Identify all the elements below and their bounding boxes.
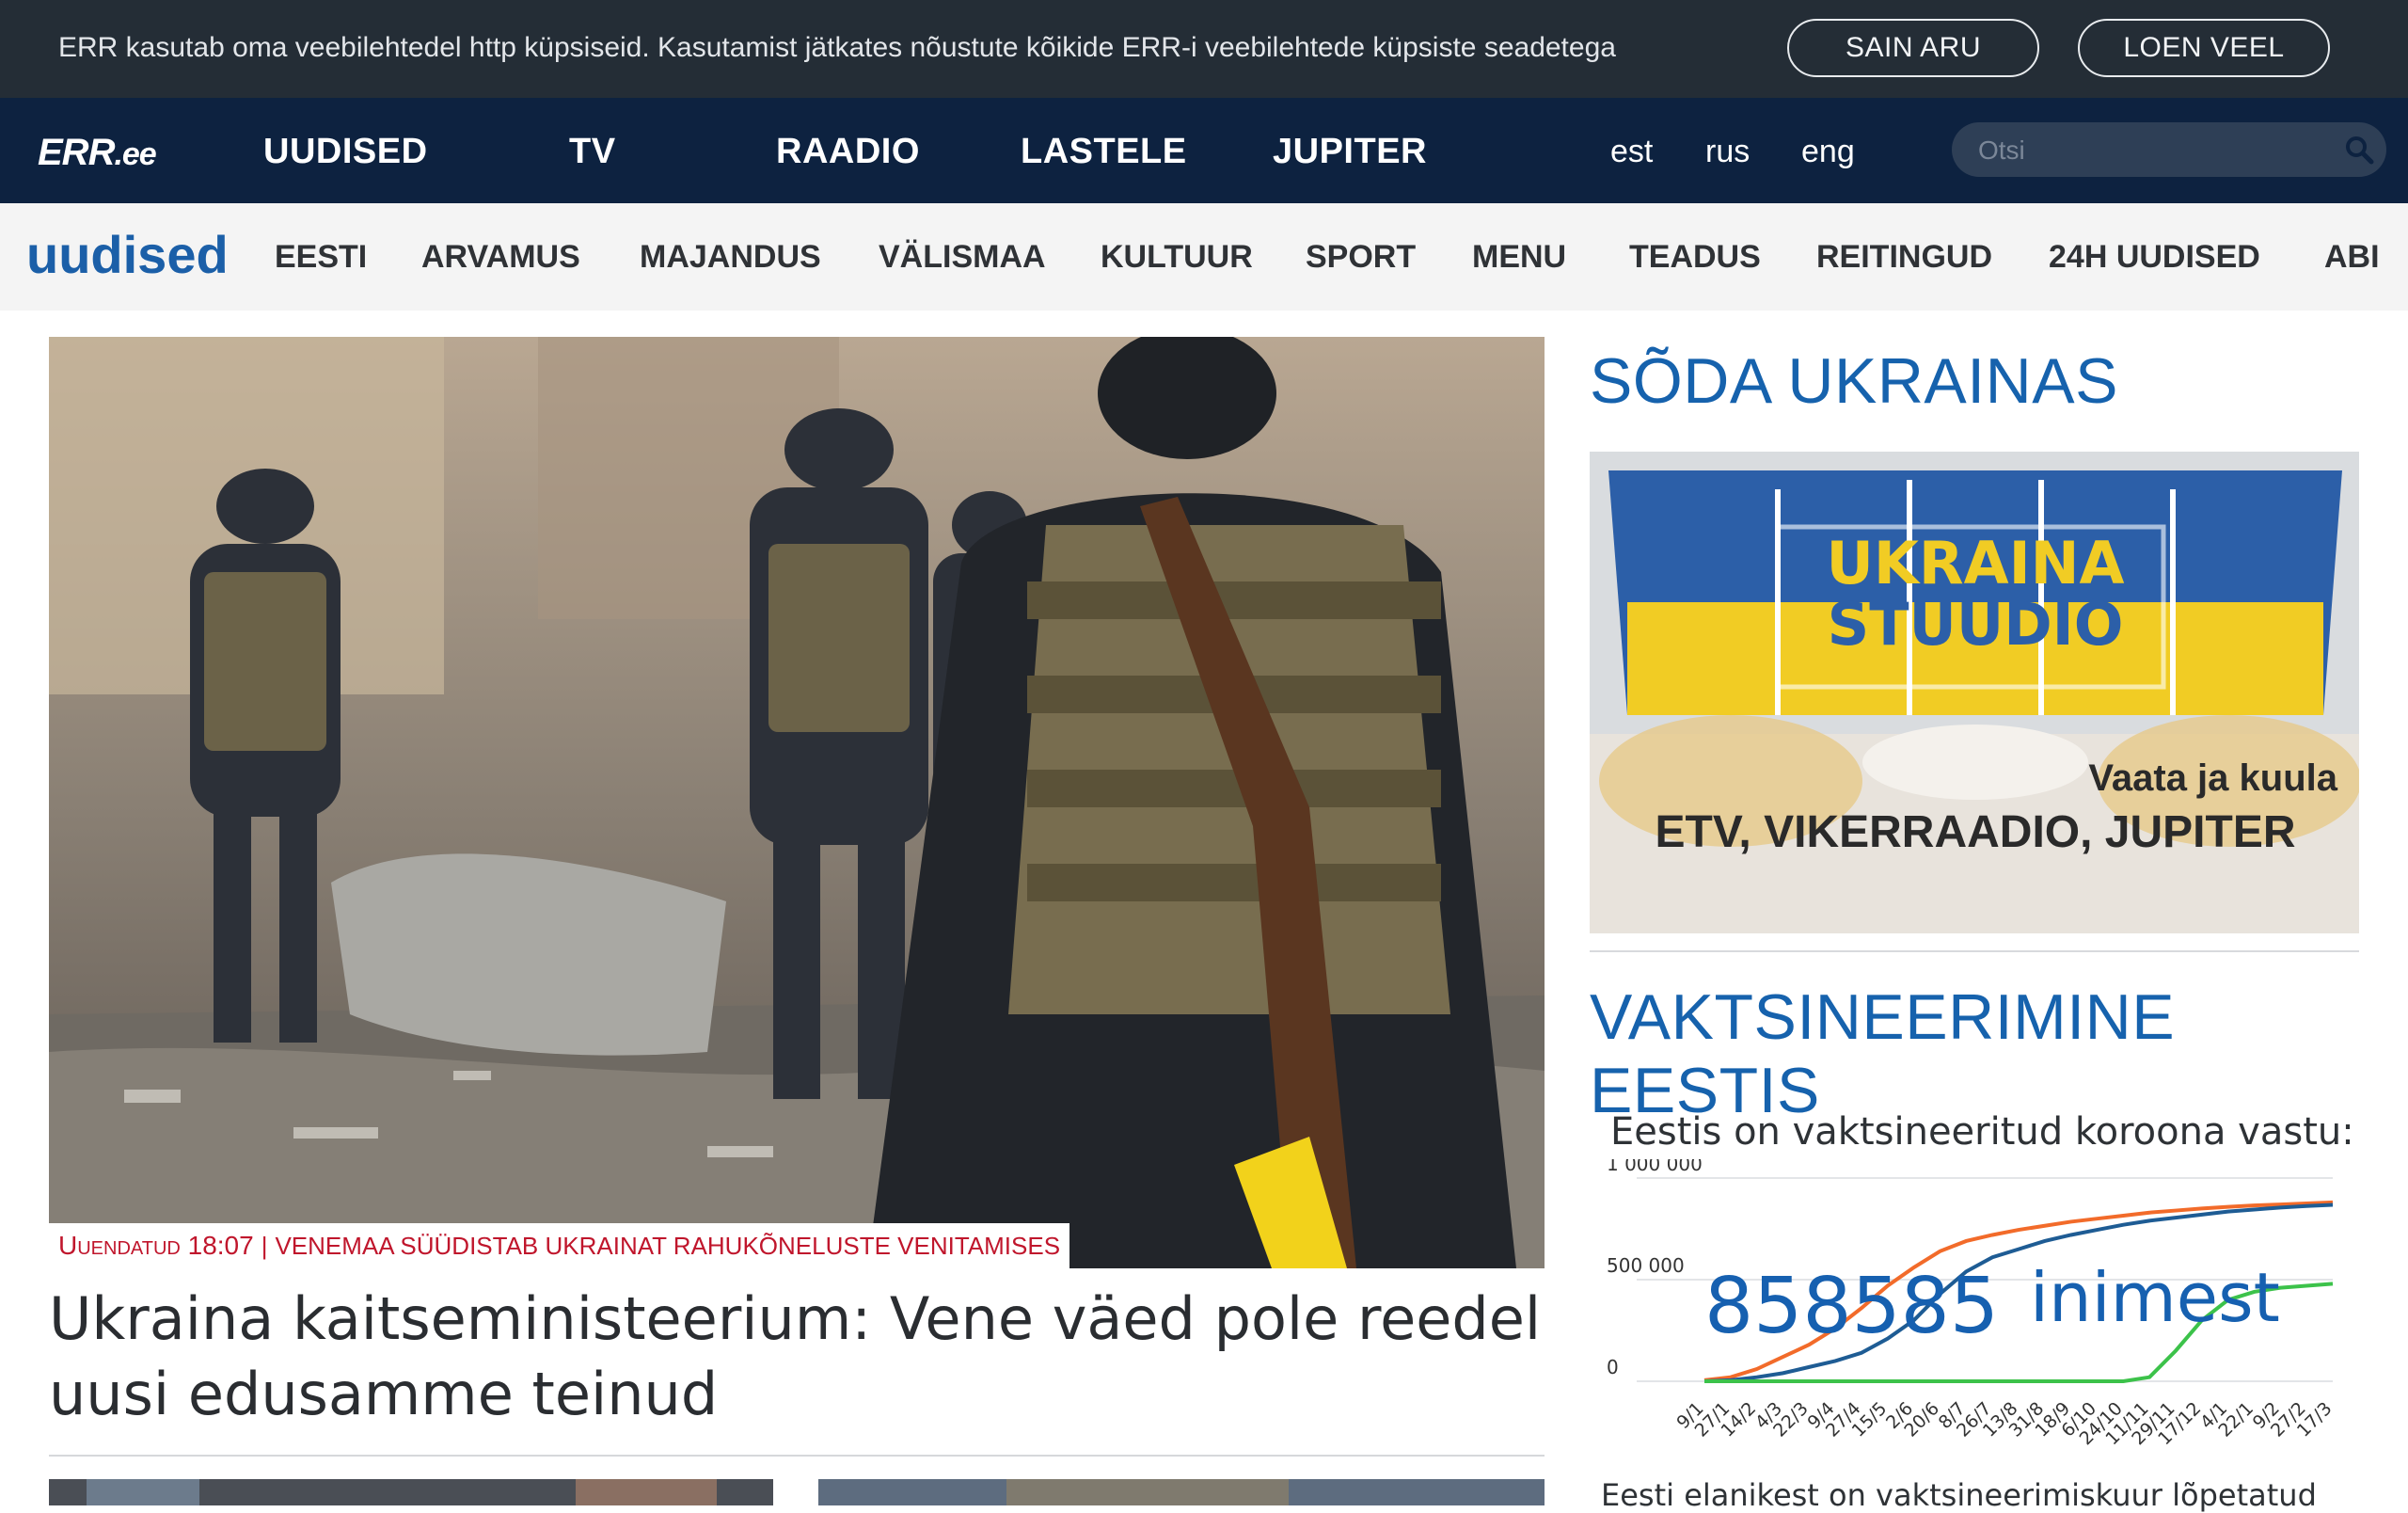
subnav-item-eesti[interactable]: EESTI [275,239,367,276]
subnav-item-majandus[interactable]: MAJANDUS [640,239,821,276]
caption-topic: VENEMAA SÜÜDISTAB UKRAINAT RAHUKÕNELUSTE… [275,1231,1061,1260]
caption-separator: | [261,1231,268,1260]
article-thumbnail[interactable] [49,1479,773,1505]
logo-suffix: .ee [114,136,156,172]
article-thumbnail[interactable] [818,1479,1545,1505]
cookie-banner: ERR kasutab oma veebilehtedel http küpsi… [0,0,2408,98]
war-section-title[interactable]: SÕDA UKRAINAS [1590,344,2118,418]
nav-item-uudised[interactable]: UUDISED [263,132,428,172]
lang-est-link[interactable]: est [1610,134,1653,170]
logo-text: ERR [38,132,115,173]
subnav-item-sport[interactable]: SPORT [1306,239,1416,276]
cookie-accept-button[interactable]: SAIN ARU [1787,19,2039,77]
cookie-read-more-button[interactable]: LOEN VEEL [2078,19,2330,77]
y-tick-label: 500 000 [1607,1254,1685,1277]
err-logo[interactable]: ERR.ee [38,132,157,174]
vaccination-footer-text: Eesti elanikest on vaktsineerimiskuur lõ… [1601,1477,2317,1513]
subnav-item-arvamus[interactable]: ARVAMUS [421,239,580,276]
subnav-item-kultuur[interactable]: KULTUUR [1101,239,1253,276]
uudised-brand[interactable]: uudised [26,224,229,285]
subnav-item-teadus[interactable]: TEADUS [1629,239,1761,276]
vaccination-text: Eestis on vaktsineeritud koroona vastu: [1610,1110,2354,1154]
caption-updated: Uuendatud 18:07 [58,1231,254,1260]
y-tick-label: 1 000 000 [1607,1159,1703,1175]
ukraina-stuudio-promo[interactable]: UKRAINA STUUDIO Vaata ja kuula ETV, VIKE… [1590,452,2359,933]
nav-item-jupiter[interactable]: JUPITER [1273,132,1427,172]
section-navigation: uudised EESTI ARVAMUS MAJANDUS VÄLISMAA … [0,203,2408,311]
vaccinated-count: 858585 [1704,1262,1999,1351]
hero-caption[interactable]: Uuendatud 18:07 | VENEMAA SÜÜDISTAB UKRA… [49,1223,1070,1268]
promo-tagline: Vaata ja kuula [2088,757,2337,799]
promo-line1: UKRAINA [1826,529,2124,597]
content-divider [49,1455,1545,1457]
nav-item-tv[interactable]: TV [569,132,616,172]
subnav-item-reitingud[interactable]: REITINGUD [1816,239,1992,276]
vaccinated-unit: inimest [2030,1258,2280,1337]
subnav-item-abi[interactable]: ABI [2324,239,2380,276]
promo-channels: ETV, VIKERRAADIO, JUPITER [1655,807,2295,857]
hero-photo[interactable] [49,337,1545,1268]
sidebar-divider [1590,950,2359,952]
nav-item-lastele[interactable]: LASTELE [1021,132,1187,172]
cookie-text: ERR kasutab oma veebilehtedel http küpsi… [58,32,1616,63]
main-headline[interactable]: Ukraina kaitseministeerium: Vene väed po… [49,1282,1545,1432]
search-input[interactable] [1976,132,2337,169]
subnav-item-valismaa[interactable]: VÄLISMAA [879,239,1046,276]
search-box [1952,122,2386,177]
vaccination-section-title[interactable]: VAKTSINEERIMINE EESTIS [1590,980,2408,1127]
subnav-item-24h-uudised[interactable]: 24H UUDISED [2049,239,2260,276]
nav-item-raadio[interactable]: RAADIO [776,132,920,172]
vaccination-chart[interactable]: 1 000 000500 0000 9/127/114/24/322/39/42… [1599,1159,2352,1479]
lang-eng-link[interactable]: eng [1801,134,1855,170]
subnav-item-menu[interactable]: MENU [1472,239,1566,276]
y-tick-label: 0 [1607,1356,1619,1378]
search-icon[interactable] [2343,134,2375,166]
promo-line2: STUUDIO [1828,590,2124,659]
top-navigation: ERR.ee UUDISED TV RAADIO LASTELE JUPITER… [0,98,2408,203]
lang-rus-link[interactable]: rus [1705,134,1750,170]
